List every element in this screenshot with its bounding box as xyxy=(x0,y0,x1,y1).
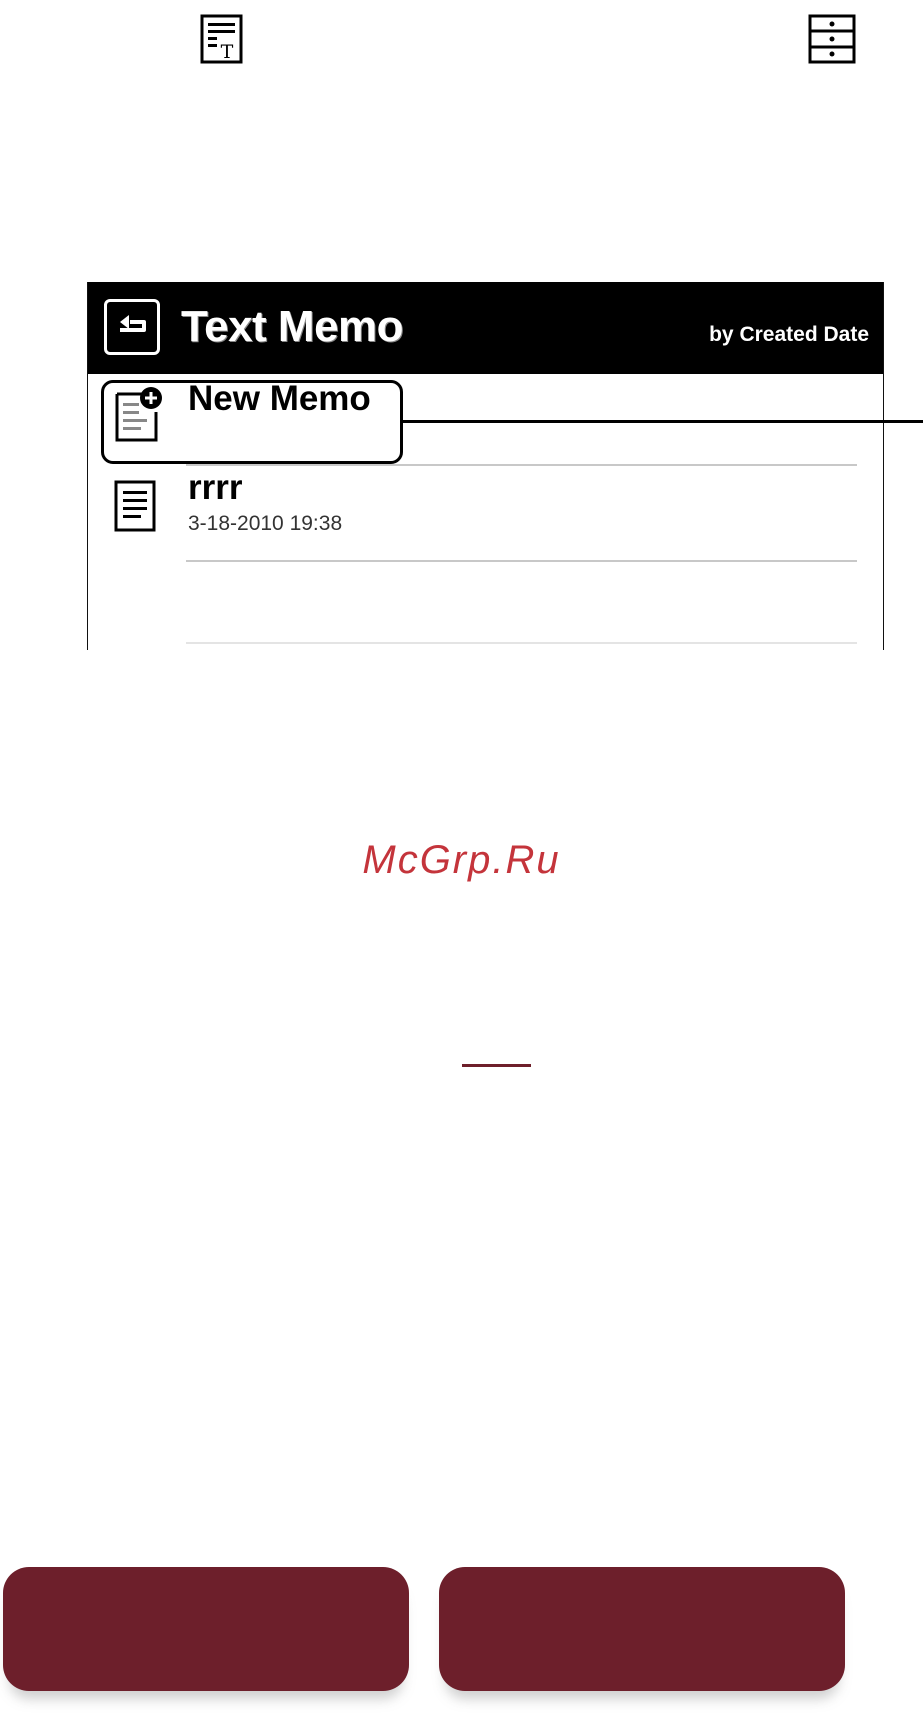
svg-text:T: T xyxy=(221,41,234,63)
callout-line xyxy=(403,420,923,423)
sort-order-label[interactable]: by Created Date xyxy=(709,323,869,347)
memo-list-item[interactable]: rrrr 3-18-2010 19:38 xyxy=(88,468,883,562)
next-page-button[interactable] xyxy=(439,1567,845,1691)
text-memo-icon: T xyxy=(200,14,243,69)
back-button[interactable] xyxy=(104,299,160,355)
memo-date: 3-18-2010 19:38 xyxy=(188,512,343,535)
empty-list-row xyxy=(88,564,883,644)
screen-title: Text Memo xyxy=(181,302,404,351)
memo-title: rrrr xyxy=(188,468,243,507)
page-rule xyxy=(462,1064,531,1067)
previous-page-button[interactable] xyxy=(3,1567,409,1691)
row-divider xyxy=(186,560,857,562)
row-divider xyxy=(186,464,857,466)
text-memo-screen: Text Memo by Created Date New Memo rrrr … xyxy=(87,282,884,650)
back-arrow-icon xyxy=(120,315,146,332)
drawer-icon xyxy=(808,14,856,69)
title-bar: Text Memo by Created Date xyxy=(88,282,883,374)
watermark: McGrp.Ru xyxy=(362,838,561,882)
callout-highlight-box xyxy=(101,380,403,464)
row-divider xyxy=(186,642,857,644)
memo-document-icon xyxy=(114,480,158,539)
